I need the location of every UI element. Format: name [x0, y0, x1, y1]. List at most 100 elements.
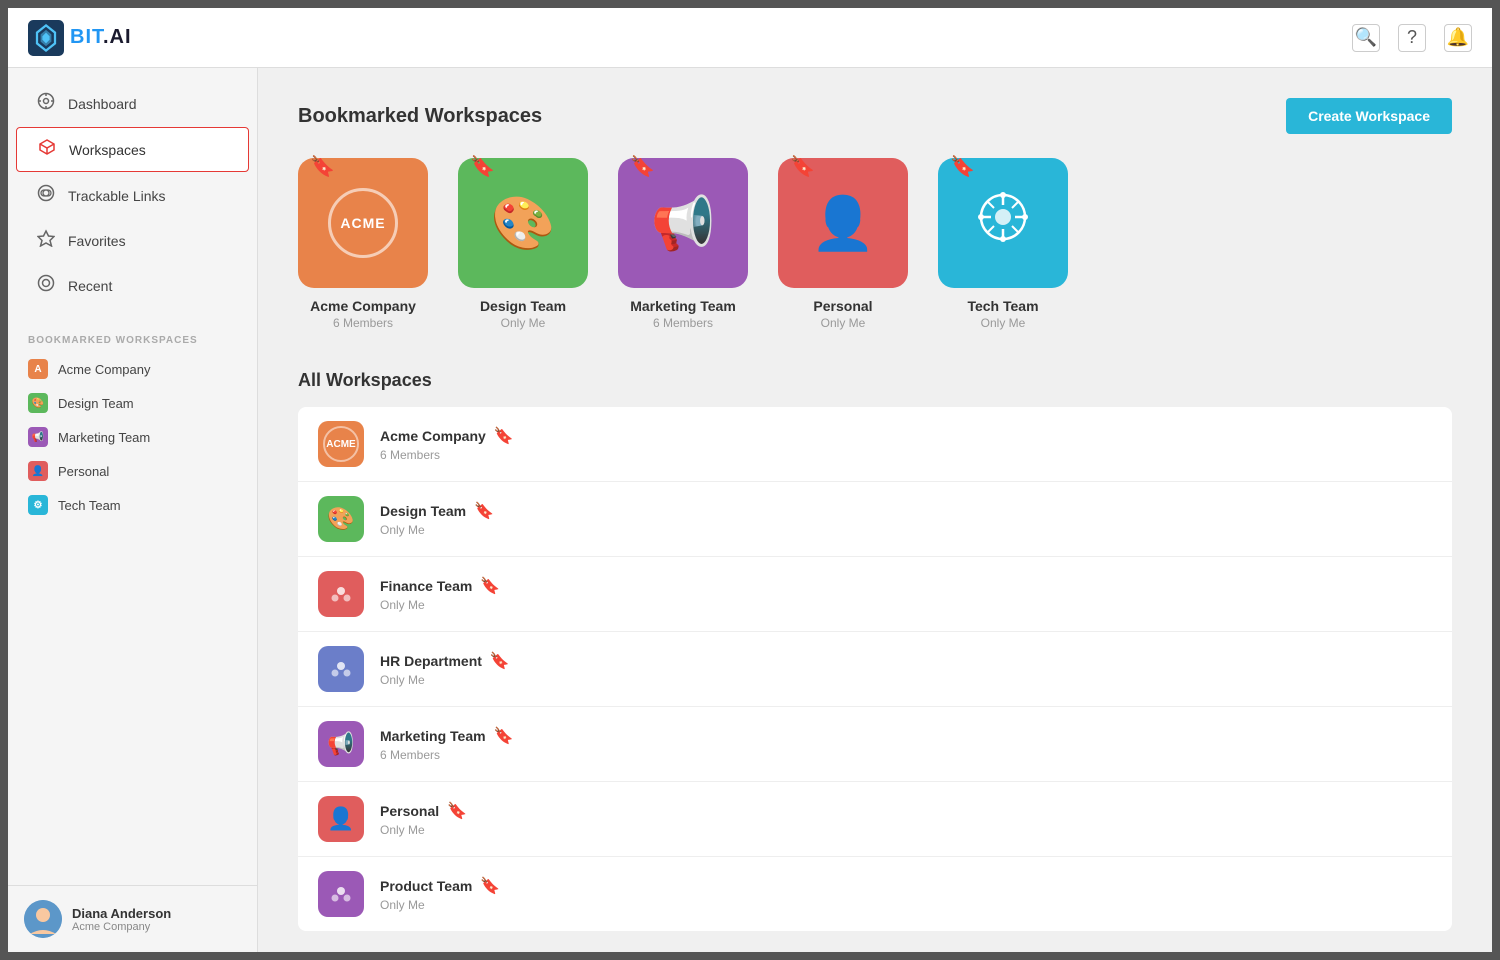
card-name-design: Design Team — [480, 298, 566, 314]
bookmark-icon-design: 🔖 — [470, 154, 495, 179]
bookmark-icon-marketing: 🔖 — [630, 154, 655, 179]
main-content: Bookmarked Workspaces Create Workspace 🔖… — [258, 68, 1492, 952]
sidebar-ws-icon-marketing: 📢 — [28, 427, 48, 447]
avatar — [24, 900, 62, 938]
workspaces-icon — [37, 138, 57, 161]
list-bookmark-acme[interactable]: 🔖 — [494, 426, 514, 446]
card-sub-personal: Only Me — [821, 316, 866, 330]
list-item-marketing[interactable]: 📢 Marketing Team 🔖 6 Members — [298, 707, 1452, 782]
trackable-links-icon — [36, 184, 56, 207]
list-icon-acme: ACME — [318, 421, 364, 467]
sidebar: Dashboard Workspaces Trackable Links — [8, 68, 258, 952]
list-sub-finance: Only Me — [380, 598, 1432, 612]
logo-icon — [28, 20, 64, 56]
list-bookmark-hr[interactable]: 🔖 — [490, 651, 510, 671]
sidebar-ws-icon-design: 🎨 — [28, 393, 48, 413]
list-sub-product: Only Me — [380, 898, 1432, 912]
topbar-icons: 🔍 ? 🔔 — [1352, 24, 1472, 52]
sidebar-ws-label-tech: Tech Team — [58, 498, 121, 513]
sidebar-item-label-favorites: Favorites — [68, 233, 126, 249]
card-name-acme: Acme Company — [310, 298, 416, 314]
sidebar-item-workspaces[interactable]: Workspaces — [16, 127, 249, 172]
list-name-hr: HR Department 🔖 — [380, 651, 1432, 671]
list-info-finance: Finance Team 🔖 Only Me — [380, 576, 1432, 612]
list-info-product: Product Team 🔖 Only Me — [380, 876, 1432, 912]
list-item-acme[interactable]: ACME Acme Company 🔖 6 Members — [298, 407, 1452, 482]
dashboard-icon — [36, 92, 56, 115]
sidebar-item-recent[interactable]: Recent — [16, 264, 249, 307]
list-sub-design: Only Me — [380, 523, 1432, 537]
list-info-design: Design Team 🔖 Only Me — [380, 501, 1432, 537]
bell-icon[interactable]: 🔔 — [1444, 24, 1472, 52]
sidebar-nav: Dashboard Workspaces Trackable Links — [8, 68, 257, 321]
list-item-design[interactable]: 🎨 Design Team 🔖 Only Me — [298, 482, 1452, 557]
sidebar-ws-icon-acme: A — [28, 359, 48, 379]
card-sub-tech: Only Me — [981, 316, 1026, 330]
list-item-personal[interactable]: 👤 Personal 🔖 Only Me — [298, 782, 1452, 857]
list-sub-marketing: 6 Members — [380, 748, 1432, 762]
card-icon-personal: 🔖 👤 — [778, 158, 908, 288]
footer-user-info: Diana Anderson Acme Company — [72, 906, 171, 933]
card-design[interactable]: 🔖 🎨 Design Team Only Me — [458, 158, 588, 330]
card-sub-design: Only Me — [501, 316, 546, 330]
sidebar-ws-icon-tech: ⚙ — [28, 495, 48, 515]
sidebar-workspace-tech[interactable]: ⚙ Tech Team — [8, 488, 257, 522]
card-icon-marketing: 🔖 📢 — [618, 158, 748, 288]
list-name-acme: Acme Company 🔖 — [380, 426, 1432, 446]
user-company: Acme Company — [72, 921, 171, 933]
list-icon-design: 🎨 — [318, 496, 364, 542]
sidebar-workspace-design[interactable]: 🎨 Design Team — [8, 386, 257, 420]
list-name-marketing: Marketing Team 🔖 — [380, 726, 1432, 746]
sidebar-ws-label-design: Design Team — [58, 396, 134, 411]
list-bookmark-design[interactable]: 🔖 — [474, 501, 494, 521]
list-info-hr: HR Department 🔖 Only Me — [380, 651, 1432, 687]
list-icon-hr — [318, 646, 364, 692]
card-icon-design: 🔖 🎨 — [458, 158, 588, 288]
sidebar-item-favorites[interactable]: Favorites — [16, 219, 249, 262]
list-bookmark-finance[interactable]: 🔖 — [480, 576, 500, 596]
card-sub-marketing: 6 Members — [653, 316, 713, 330]
favorites-icon — [36, 229, 56, 252]
sidebar-item-dashboard[interactable]: Dashboard — [16, 82, 249, 125]
list-sub-acme: 6 Members — [380, 448, 1432, 462]
card-icon-tech: 🔖 — [938, 158, 1068, 288]
bookmarked-header: Bookmarked Workspaces Create Workspace — [298, 98, 1452, 134]
sidebar-bookmarked-list: A Acme Company 🎨 Design Team 📢 Marketing… — [8, 352, 257, 522]
list-icon-personal: 👤 — [318, 796, 364, 842]
logo: BIT.AI — [28, 20, 258, 56]
list-name-personal: Personal 🔖 — [380, 801, 1432, 821]
sidebar-ws-label-marketing: Marketing Team — [58, 430, 150, 445]
list-item-hr[interactable]: HR Department 🔖 Only Me — [298, 632, 1452, 707]
list-icon-marketing: 📢 — [318, 721, 364, 767]
list-icon-finance — [318, 571, 364, 617]
card-marketing[interactable]: 🔖 📢 Marketing Team 6 Members — [618, 158, 748, 330]
sidebar-workspace-marketing[interactable]: 📢 Marketing Team — [8, 420, 257, 454]
card-icon-acme: 🔖 ACME — [298, 158, 428, 288]
sidebar-workspace-acme[interactable]: A Acme Company — [8, 352, 257, 386]
workspace-list: ACME Acme Company 🔖 6 Members 🎨 — [298, 407, 1452, 931]
card-personal[interactable]: 🔖 👤 Personal Only Me — [778, 158, 908, 330]
sidebar-item-label-recent: Recent — [68, 278, 112, 294]
list-info-personal: Personal 🔖 Only Me — [380, 801, 1432, 837]
list-bookmark-product[interactable]: 🔖 — [480, 876, 500, 896]
card-acme[interactable]: 🔖 ACME Acme Company 6 Members — [298, 158, 428, 330]
card-tech[interactable]: 🔖 Tech Team Only Me — [938, 158, 1068, 330]
topbar: BIT.AI 🔍 ? 🔔 — [8, 8, 1492, 68]
user-profile[interactable]: Diana Anderson Acme Company — [8, 885, 257, 952]
recent-icon — [36, 274, 56, 297]
list-name-finance: Finance Team 🔖 — [380, 576, 1432, 596]
sidebar-item-label-dashboard: Dashboard — [68, 96, 137, 112]
bookmark-icon-personal: 🔖 — [790, 154, 815, 179]
list-item-product[interactable]: Product Team 🔖 Only Me — [298, 857, 1452, 931]
list-bookmark-personal[interactable]: 🔖 — [447, 801, 467, 821]
list-bookmark-marketing[interactable]: 🔖 — [494, 726, 514, 746]
search-icon[interactable]: 🔍 — [1352, 24, 1380, 52]
sidebar-workspace-personal[interactable]: 👤 Personal — [8, 454, 257, 488]
sidebar-ws-label-acme: Acme Company — [58, 362, 150, 377]
help-icon[interactable]: ? — [1398, 24, 1426, 52]
create-workspace-button[interactable]: Create Workspace — [1286, 98, 1452, 134]
sidebar-item-trackable-links[interactable]: Trackable Links — [16, 174, 249, 217]
list-item-finance[interactable]: Finance Team 🔖 Only Me — [298, 557, 1452, 632]
list-sub-personal: Only Me — [380, 823, 1432, 837]
bookmark-icon-tech: 🔖 — [950, 154, 975, 179]
